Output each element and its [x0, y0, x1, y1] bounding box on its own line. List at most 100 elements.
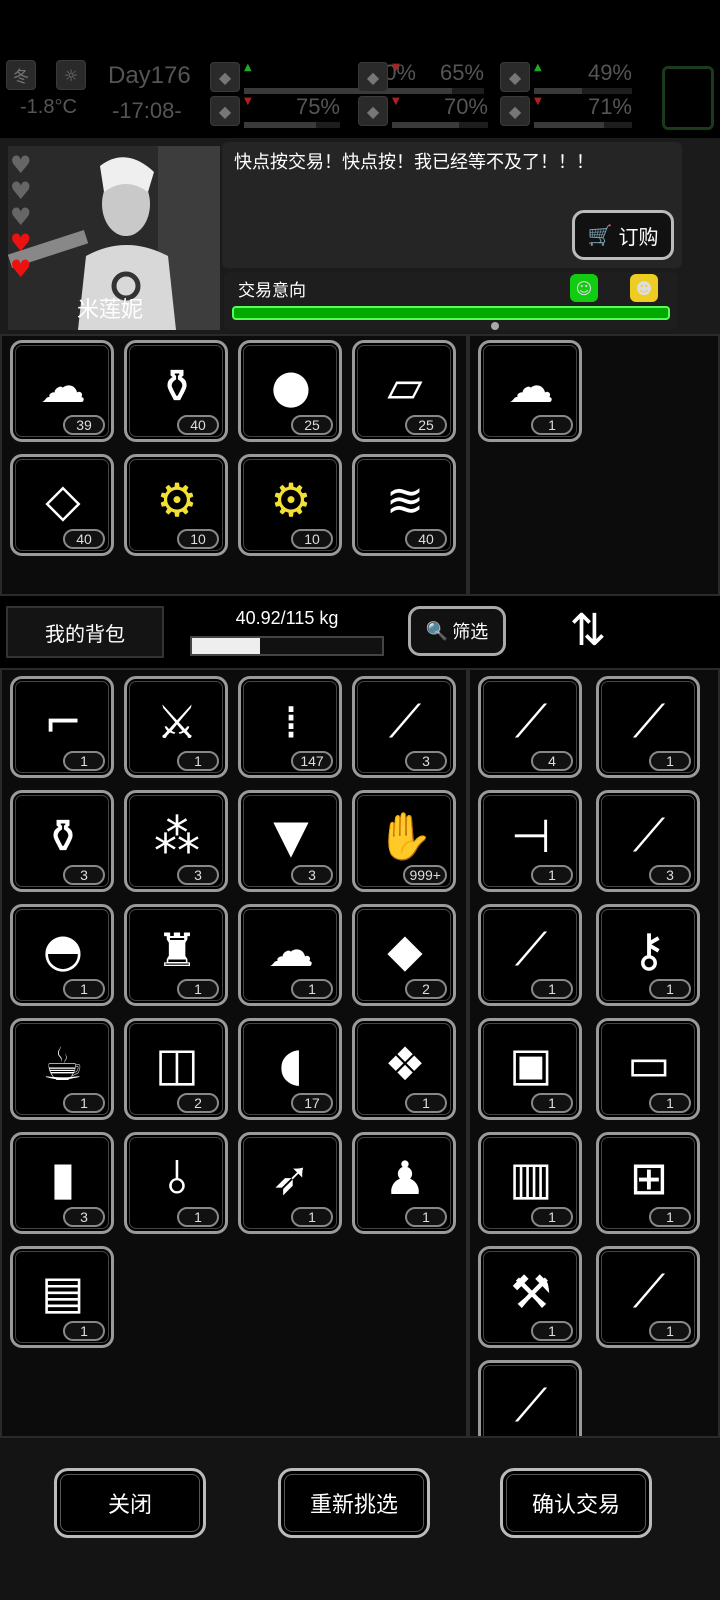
tape-roll-icon: ≋ — [385, 473, 425, 527]
close-button[interactable]: 关闭 — [54, 1468, 206, 1538]
trade-offer-panel[interactable]: ☁ 1 — [468, 334, 720, 596]
backpack-side-panel[interactable]: ⟋ 4 ⟋ 1 ⊣ 1 ⟋ 3 ⟋ 1 ⚷ 1 ▣ 1 ▭ 1 ▥ 1 ⊞ 1 ⚒ 1 ⟋ 1 ⟋ — [468, 668, 720, 1438]
item-count-badge: 40 — [177, 415, 219, 435]
item-slot[interactable]: ⚱ 40 — [124, 340, 228, 442]
item-slot[interactable]: ➶ 1 — [238, 1132, 342, 1234]
item-slot[interactable]: ⌐ 1 — [10, 676, 114, 778]
item-slot[interactable]: ☁ 1 — [478, 340, 582, 442]
item-slot[interactable]: ▥ 1 — [478, 1132, 582, 1234]
kebab-icon: ⁂ — [154, 809, 200, 863]
item-count-badge: 1 — [405, 1093, 447, 1113]
item-slot[interactable]: ⊞ 1 — [596, 1132, 700, 1234]
knife-icon: ⫰ — [166, 1150, 187, 1204]
item-count-badge: 40 — [405, 529, 447, 549]
item-slot[interactable]: ⚙ 10 — [238, 454, 342, 556]
item-slot[interactable]: ▱ 25 — [352, 340, 456, 442]
item-slot[interactable]: ▭ 1 — [596, 1018, 700, 1120]
item-slot[interactable]: ⟋ — [478, 1360, 582, 1436]
item-slot[interactable]: ⁂ 3 — [124, 790, 228, 892]
side-slot-frame[interactable] — [662, 66, 714, 130]
glass-shards-icon: ◇ — [45, 473, 81, 527]
item-slot[interactable]: ⚱ 3 — [10, 790, 114, 892]
stat-bar-fill — [244, 122, 316, 128]
item-slot[interactable]: ⚒ 1 — [478, 1246, 582, 1348]
item-slot[interactable]: ◇ 40 — [10, 454, 114, 556]
item-count-badge: 147 — [291, 751, 333, 771]
item-slot[interactable]: ⚷ 1 — [596, 904, 700, 1006]
leather-icon: ❖ — [384, 1037, 426, 1091]
trade-intent-panel: 交易意向 ☺ ☻ — [224, 272, 678, 330]
item-count-badge: 17 — [291, 1093, 333, 1113]
test-tube-iv-icon: ⟋ — [514, 1378, 548, 1432]
battery-icon: ▭ — [627, 1037, 671, 1091]
trader-inventory-panel[interactable]: ☁ 39 ⚱ 40 ● 25 ▱ 25 ◇ 40 ⚙ 10 ⚙ 10 ≋ 40 — [0, 334, 468, 596]
item-count-badge: 3 — [63, 1207, 105, 1227]
item-slot[interactable]: ● 25 — [238, 340, 342, 442]
spare-parts-icon: ⚙ — [156, 473, 198, 527]
confirm-trade-button[interactable]: 确认交易 — [500, 1468, 652, 1538]
item-slot[interactable]: ⁞ 147 — [238, 676, 342, 778]
caulk-gun-icon: ⊣ — [510, 809, 552, 863]
item-slot[interactable]: ⚙ 10 — [124, 454, 228, 556]
item-slot[interactable]: ⟋ 4 — [478, 676, 582, 778]
item-slot[interactable]: ◆ 2 — [352, 904, 456, 1006]
item-slot[interactable]: ⫰ 1 — [124, 1132, 228, 1234]
beaker-icon: ◫ — [155, 1037, 199, 1091]
order-button[interactable]: 🛒 订购 — [572, 210, 674, 260]
item-slot[interactable]: ⟋ 1 — [596, 676, 700, 778]
item-slot[interactable]: ◫ 2 — [124, 1018, 228, 1120]
weight-bar-fill — [192, 638, 260, 654]
stat-percent: 75% — [295, 94, 340, 119]
item-slot[interactable]: ⟋ 3 — [596, 790, 700, 892]
item-slot[interactable]: ⟋ 1 — [596, 1246, 700, 1348]
trend-arrow-icon: ▼ — [392, 96, 400, 107]
item-slot[interactable]: ⟋ 1 — [478, 904, 582, 1006]
item-slot[interactable]: ⟋ 3 — [352, 676, 456, 778]
stat-bar — [534, 122, 632, 128]
gears-icon: ⚙ — [270, 473, 312, 527]
item-slot[interactable]: ⚔ 1 — [124, 676, 228, 778]
item-slot[interactable]: ❖ 1 — [352, 1018, 456, 1120]
item-slot[interactable]: ▣ 1 — [478, 1018, 582, 1120]
stat-bar — [392, 122, 488, 128]
car-manual-icon: ▣ — [509, 1037, 553, 1091]
swap-arrows-icon[interactable]: ⇅ — [560, 600, 616, 660]
item-slot[interactable]: ▼ 3 — [238, 790, 342, 892]
item-slot[interactable]: ✋ 999+ — [352, 790, 456, 892]
filter-button[interactable]: 🔍 筛选 — [408, 606, 506, 656]
item-slot[interactable]: ◖ 17 — [238, 1018, 342, 1120]
item-slot[interactable]: ≋ 40 — [352, 454, 456, 556]
item-count-badge: 1 — [531, 1207, 573, 1227]
item-count-badge: 1 — [63, 751, 105, 771]
item-slot[interactable]: ☁ 1 — [238, 904, 342, 1006]
item-count-badge: 10 — [291, 529, 333, 549]
cans-icon: ▤ — [41, 1265, 85, 1319]
item-slot[interactable]: ▤ 1 — [10, 1246, 114, 1348]
trend-arrow-icon: ▲ — [244, 62, 252, 73]
magnifier-icon: 🔍 — [425, 620, 449, 642]
bottle-icon: ⚱ — [157, 359, 197, 413]
item-slot[interactable]: ☁ 39 — [10, 340, 114, 442]
item-slot[interactable]: ♜ 1 — [124, 904, 228, 1006]
stat-meter: ◆ ▼ 71% — [500, 94, 636, 128]
order-button-label: 订购 — [618, 224, 659, 249]
toolbox-open-icon: ⊞ — [629, 1151, 669, 1205]
item-slot[interactable]: ♟ 1 — [352, 1132, 456, 1234]
item-slot[interactable]: ◓ 1 — [10, 904, 114, 1006]
item-count-badge: 1 — [649, 751, 691, 771]
item-slot[interactable]: ⊣ 1 — [478, 790, 582, 892]
reselect-button[interactable]: 重新挑选 — [278, 1468, 430, 1538]
trend-arrow-icon: ▲ — [534, 62, 542, 73]
backpack-panel[interactable]: ⌐ 1 ⚔ 1 ⁞ 147 ⟋ 3 ⚱ 3 ⁂ 3 ▼ 3 ✋ 999+ ◓ 1 ♜ 1 ☁ 1 ◆ 2 ☕ 1 ◫ 2 ◖ 17 ❖ 1 ▮ 3… — [0, 668, 468, 1438]
item-count-badge: 4 — [531, 751, 573, 771]
item-slot[interactable]: ▮ 3 — [10, 1132, 114, 1234]
meat-icon: ◖ — [278, 1037, 304, 1091]
heart-filled-icon: ♥ — [10, 255, 32, 283]
day-counter: Day176 — [108, 62, 191, 89]
cloth-icon: ☁ — [268, 923, 314, 977]
item-slot[interactable]: ☕ 1 — [10, 1018, 114, 1120]
blueprint-icon: ▥ — [509, 1151, 553, 1205]
weight-readout: 40.92/115 kg — [235, 608, 339, 628]
water-bottle-icon: ⚱ — [43, 809, 83, 863]
stat-meter: ◆ ▼ 65% — [358, 60, 488, 94]
